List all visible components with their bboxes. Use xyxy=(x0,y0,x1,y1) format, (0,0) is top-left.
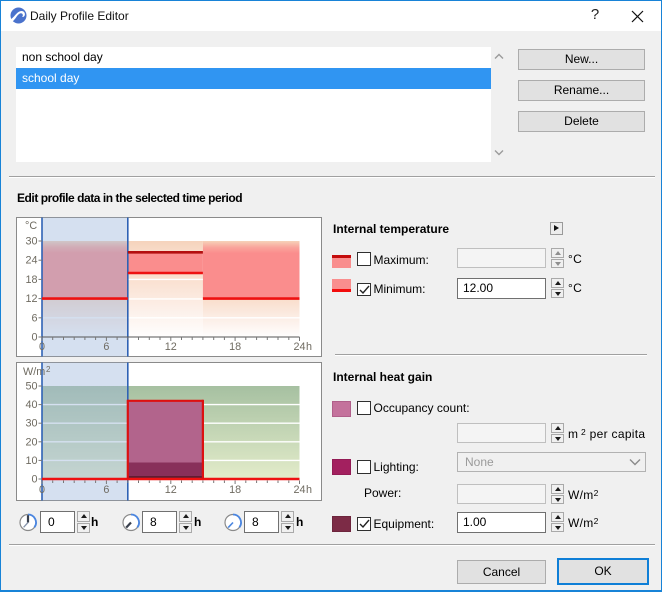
svg-text:0: 0 xyxy=(39,484,45,496)
svg-text:12: 12 xyxy=(25,293,37,305)
svg-text:50: 50 xyxy=(25,381,37,393)
svg-text:24: 24 xyxy=(293,484,305,496)
svg-text:h: h xyxy=(306,484,312,496)
svg-text:6: 6 xyxy=(103,484,109,496)
svg-text:18: 18 xyxy=(229,484,241,496)
svg-text:6: 6 xyxy=(31,312,37,324)
svg-text:24: 24 xyxy=(293,341,305,353)
svg-text:W/m: W/m xyxy=(23,366,45,378)
svg-text:2: 2 xyxy=(46,365,51,374)
svg-text:24: 24 xyxy=(25,255,37,267)
svg-text:6: 6 xyxy=(103,341,109,353)
svg-text:12: 12 xyxy=(165,484,177,496)
svg-text:10: 10 xyxy=(25,455,37,467)
svg-text:0: 0 xyxy=(31,474,37,486)
svg-text:°C: °C xyxy=(25,220,37,232)
svg-text:0: 0 xyxy=(39,341,45,353)
svg-text:30: 30 xyxy=(25,236,37,248)
svg-text:18: 18 xyxy=(229,341,241,353)
svg-text:0: 0 xyxy=(31,332,37,344)
svg-text:40: 40 xyxy=(25,399,37,411)
svg-text:20: 20 xyxy=(25,436,37,448)
svg-text:30: 30 xyxy=(25,418,37,430)
svg-text:12: 12 xyxy=(165,341,177,353)
svg-text:h: h xyxy=(306,341,312,353)
svg-text:18: 18 xyxy=(25,274,37,286)
